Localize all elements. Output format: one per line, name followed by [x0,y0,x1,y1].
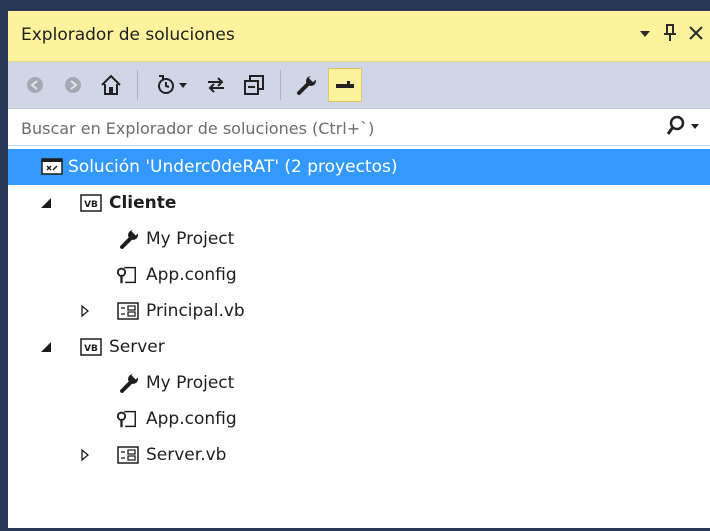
form-icon [117,300,139,322]
collapse-all-button[interactable] [237,68,271,102]
back-button[interactable] [18,68,52,102]
tree-item-label: Solución 'Underc0deRAT' (2 proyectos) [68,157,398,177]
collapse-all-icon [244,75,264,95]
panel-title: Explorador de soluciones [21,25,235,45]
tree-item-app-config[interactable]: App.config [8,401,710,437]
expanded-arrow-icon[interactable] [39,340,53,354]
search-button[interactable] [666,115,700,137]
preview-selected-button[interactable] [328,68,362,102]
preview-selected-icon [336,81,354,88]
pending-changes-filter-icon [158,75,174,94]
chevron-down-icon [691,124,699,129]
home-icon [101,74,121,95]
search-icon [666,115,685,135]
solution-tree: Solución 'Underc0deRAT' (2 proyectos) VB… [8,146,710,473]
tree-item-my-project[interactable]: My Project [8,365,710,401]
collapsed-arrow-icon[interactable] [78,448,92,462]
chevron-down-icon [179,83,187,88]
vb-project-icon: VB [80,336,102,358]
pin-icon[interactable] [662,23,678,49]
panel-titlebar[interactable]: Explorador de soluciones [8,11,710,62]
config-file-icon [116,408,138,430]
tree-item-label: My Project [146,229,235,249]
tree-item-project-server[interactable]: VB Server [8,329,710,365]
search-bar [8,109,710,147]
form-icon [117,444,139,466]
sync-button[interactable] [199,68,233,102]
toolbar-separator [280,70,281,100]
back-icon [27,77,43,93]
pending-changes-filter-button[interactable] [147,68,195,102]
tree-item-my-project[interactable]: My Project [8,221,710,257]
svg-text:VB: VB [84,344,98,354]
forward-icon [65,77,81,93]
tree-item-label: App.config [146,409,237,429]
toolbar-separator [137,70,138,100]
wrench-icon [118,372,140,394]
tree-item-app-config[interactable]: App.config [8,257,710,293]
tree-item-solution[interactable]: Solución 'Underc0deRAT' (2 proyectos) [8,149,710,185]
tree-item-server-vb[interactable]: Server.vb [8,437,710,473]
solution-explorer-toolbar [8,62,710,109]
dropdown-icon[interactable] [638,25,652,47]
tree-item-label: My Project [146,373,235,393]
properties-icon [297,74,317,95]
config-file-icon [116,264,138,286]
home-button[interactable] [94,68,128,102]
collapsed-arrow-icon[interactable] [78,304,92,318]
sync-icon [208,77,224,93]
vb-project-icon: VB [80,192,102,214]
tree-item-label: App.config [146,265,237,285]
tree-item-label: Cliente [109,193,177,213]
tree-item-label: Server.vb [146,445,227,465]
svg-text:VB: VB [84,200,98,210]
expanded-arrow-icon[interactable] [39,196,53,210]
forward-button[interactable] [56,68,90,102]
tree-item-project-cliente[interactable]: VB Cliente [8,185,710,221]
tree-item-principal-vb[interactable]: Principal.vb [8,293,710,329]
wrench-icon [118,228,140,250]
close-icon[interactable] [688,25,704,47]
search-input[interactable] [8,109,653,147]
tree-item-label: Server [109,337,165,357]
solution-explorer-panel: Explorador de soluciones Buscar en Explo… [8,11,710,528]
properties-button[interactable] [290,68,324,102]
solution-icon [41,156,63,178]
tree-item-label: Principal.vb [146,301,245,321]
